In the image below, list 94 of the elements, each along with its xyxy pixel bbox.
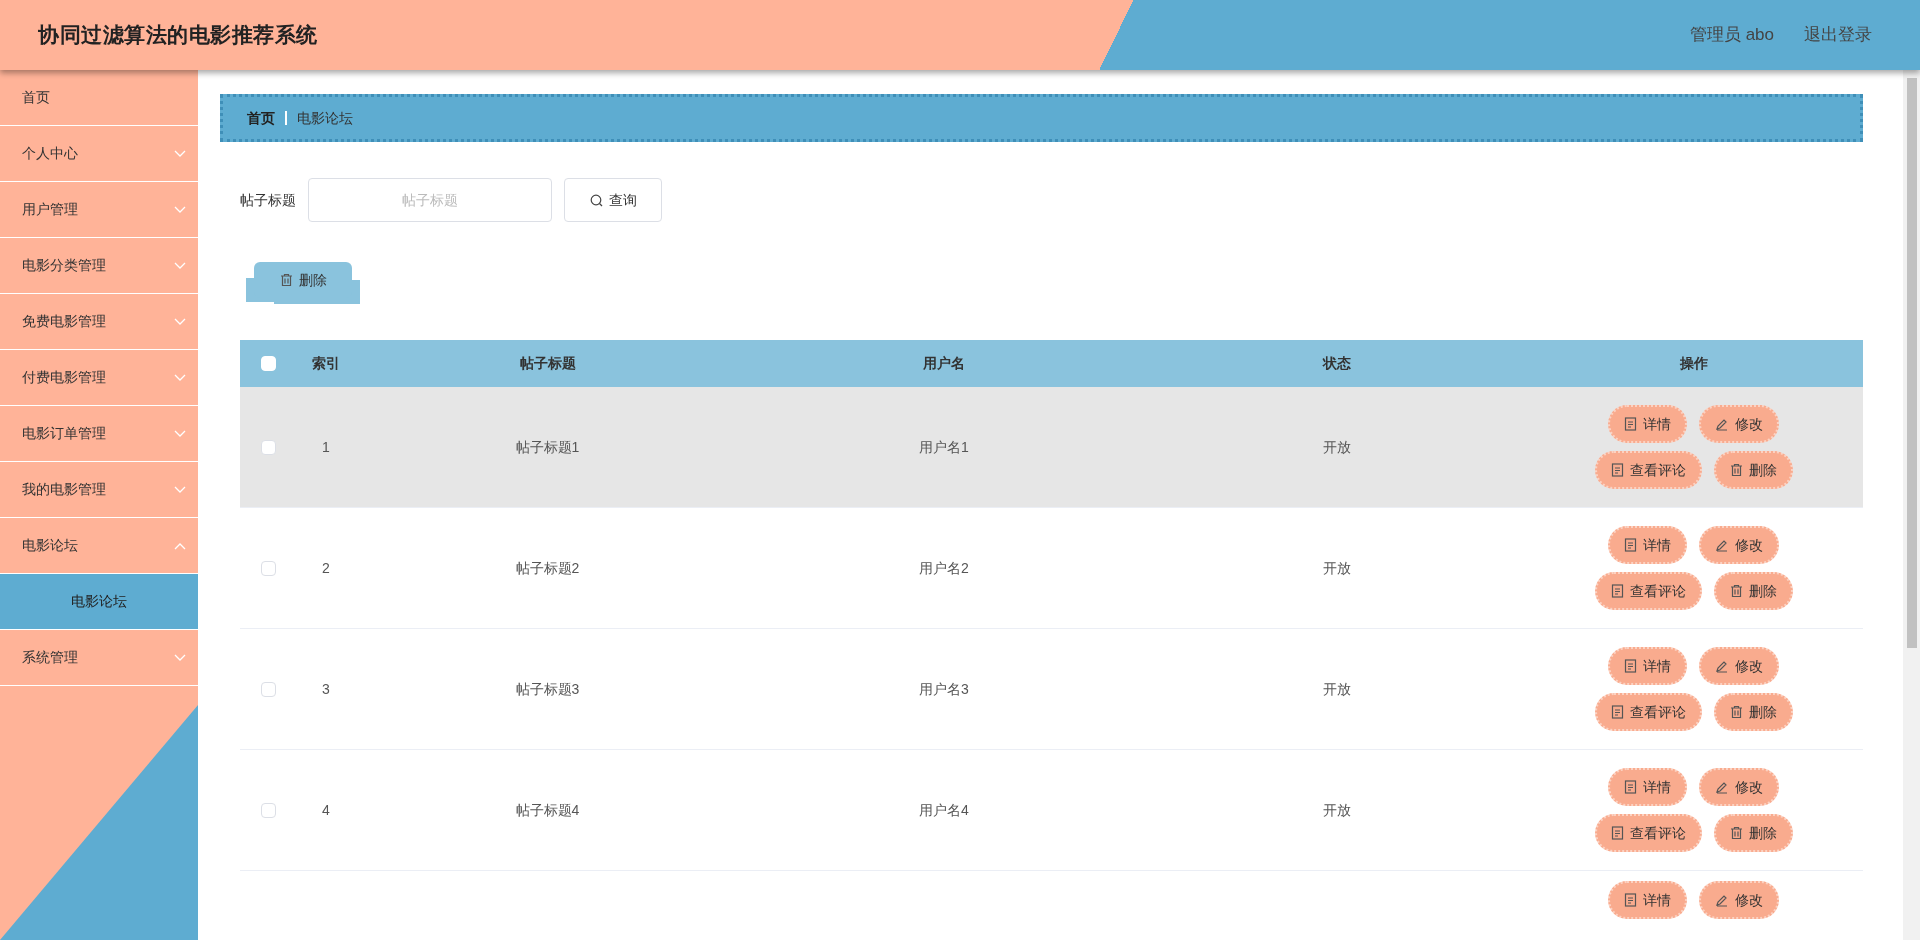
table-cell-text: 帖子标题3	[515, 679, 580, 699]
sidebar-menu-item[interactable]: 电影订单管理	[0, 406, 198, 462]
chevron-down-icon	[174, 149, 186, 158]
action-button[interactable]: 删除	[1713, 572, 1793, 610]
sidebar-menu-item[interactable]: 个人中心	[0, 126, 198, 182]
row-checkbox[interactable]	[260, 560, 276, 576]
action-button[interactable]: 详情	[1608, 647, 1687, 685]
select-all-checkbox[interactable]	[260, 356, 276, 371]
table-cell-text: 帖子标题4	[515, 800, 580, 820]
table-cell-text: 4	[322, 800, 330, 820]
document-icon	[1624, 893, 1637, 907]
table-cell-text: 开放	[1322, 800, 1351, 820]
table-cell-text: 2	[322, 558, 330, 578]
action-button[interactable]: 详情	[1608, 405, 1687, 443]
action-button[interactable]: 详情	[1608, 768, 1687, 806]
document-icon	[1610, 705, 1624, 719]
chevron-up-icon	[174, 541, 186, 550]
chevron-down-icon	[174, 653, 186, 662]
column-header: 用户名	[923, 354, 965, 373]
document-icon	[1610, 463, 1624, 477]
action-button[interactable]: 修改	[1699, 405, 1779, 443]
pencil-icon	[1715, 538, 1729, 552]
table-cell-text: 用户名4	[919, 800, 969, 820]
trash-icon	[1729, 584, 1743, 598]
trash-icon	[1729, 826, 1743, 840]
search-label: 帖子标题	[240, 190, 296, 210]
column-header: 帖子标题	[519, 354, 576, 373]
table-cell-text: 帖子标题1	[515, 437, 580, 457]
document-icon	[1624, 659, 1637, 673]
table-cell-text: 1	[322, 437, 330, 457]
action-button[interactable]: 详情	[1608, 526, 1687, 564]
breadcrumb-link[interactable]: 首页	[247, 107, 275, 129]
document-icon	[1624, 538, 1637, 552]
table-cell-text: 用户名1	[919, 437, 969, 457]
admin-name: 管理员 abo	[1689, 24, 1774, 47]
action-button[interactable]: 修改	[1699, 526, 1779, 564]
search-icon	[589, 193, 603, 207]
chevron-down-icon	[174, 317, 186, 326]
trash-icon	[1729, 463, 1743, 477]
action-button[interactable]: 删除	[1713, 451, 1793, 489]
table-row[interactable]: 1 帖子标题1 用户名1 开放 详情 修改 查看评论 删除	[240, 387, 1863, 508]
column-header: 状态	[1322, 354, 1351, 373]
table-cell-text: 帖子标题2	[515, 558, 580, 578]
chevron-down-icon	[174, 429, 186, 438]
document-icon	[1610, 826, 1624, 840]
sidebar-menu-item[interactable]: 系统管理	[0, 630, 198, 686]
chevron-down-icon	[174, 485, 186, 494]
trash-icon	[1729, 705, 1743, 719]
action-button[interactable]: 删除	[1713, 693, 1793, 731]
scrollbar[interactable]	[1903, 70, 1920, 940]
sidebar-menu-item[interactable]: 首页	[0, 70, 198, 126]
sidebar-menu-item[interactable]: 付费电影管理	[0, 350, 198, 406]
pencil-icon	[1715, 780, 1729, 794]
pencil-icon	[1715, 659, 1729, 673]
trash-icon	[279, 273, 293, 287]
document-icon	[1624, 417, 1637, 431]
table-cell-text: 3	[322, 679, 330, 699]
column-header: 索引	[312, 354, 340, 373]
table-cell-text: 开放	[1322, 679, 1351, 699]
action-button[interactable]: 查看评论	[1594, 693, 1702, 731]
chevron-down-icon	[174, 205, 186, 214]
row-checkbox[interactable]	[260, 439, 276, 455]
sidebar-menu-item[interactable]: 电影分类管理	[0, 238, 198, 294]
table-cell-text: 开放	[1322, 437, 1351, 457]
row-checkbox[interactable]	[260, 802, 276, 818]
sidebar-menu-item[interactable]: 我的电影管理	[0, 462, 198, 518]
action-button[interactable]: 修改	[1699, 768, 1779, 806]
document-icon	[1610, 584, 1624, 598]
table-cell-text: 用户名2	[919, 558, 969, 578]
table-cell-text: 用户名3	[919, 679, 969, 699]
pencil-icon	[1715, 417, 1729, 431]
action-button[interactable]: 修改	[1699, 881, 1779, 919]
app-title: 协同过滤算法的电影推荐系统	[38, 22, 318, 49]
search-button[interactable]: 查询	[564, 178, 662, 222]
action-button[interactable]: 查看评论	[1594, 814, 1702, 852]
scrollbar-thumb[interactable]	[1906, 78, 1917, 648]
logout-link[interactable]: 退出登录	[1804, 22, 1872, 48]
column-header: 操作	[1679, 354, 1708, 373]
action-button[interactable]: 查看评论	[1594, 572, 1702, 610]
sidebar-submenu-item[interactable]: 电影论坛	[0, 574, 198, 630]
action-button[interactable]: 删除	[1713, 814, 1793, 852]
pencil-icon	[1715, 893, 1729, 907]
chevron-down-icon	[174, 261, 186, 270]
action-button[interactable]: 查看评论	[1594, 451, 1702, 489]
chevron-down-icon	[174, 373, 186, 382]
sidebar-menu-item[interactable]: 用户管理	[0, 182, 198, 238]
row-checkbox[interactable]	[260, 681, 276, 697]
action-button[interactable]: 详情	[1608, 881, 1687, 919]
action-button[interactable]: 修改	[1699, 647, 1779, 685]
search-field[interactable]: 帖子标题	[308, 178, 552, 222]
sidebar-menu-item[interactable]: 免费电影管理	[0, 294, 198, 350]
breadcrumb-link[interactable]: 电影论坛	[297, 107, 353, 129]
document-icon	[1624, 780, 1637, 794]
table-cell-text: 开放	[1322, 558, 1351, 578]
